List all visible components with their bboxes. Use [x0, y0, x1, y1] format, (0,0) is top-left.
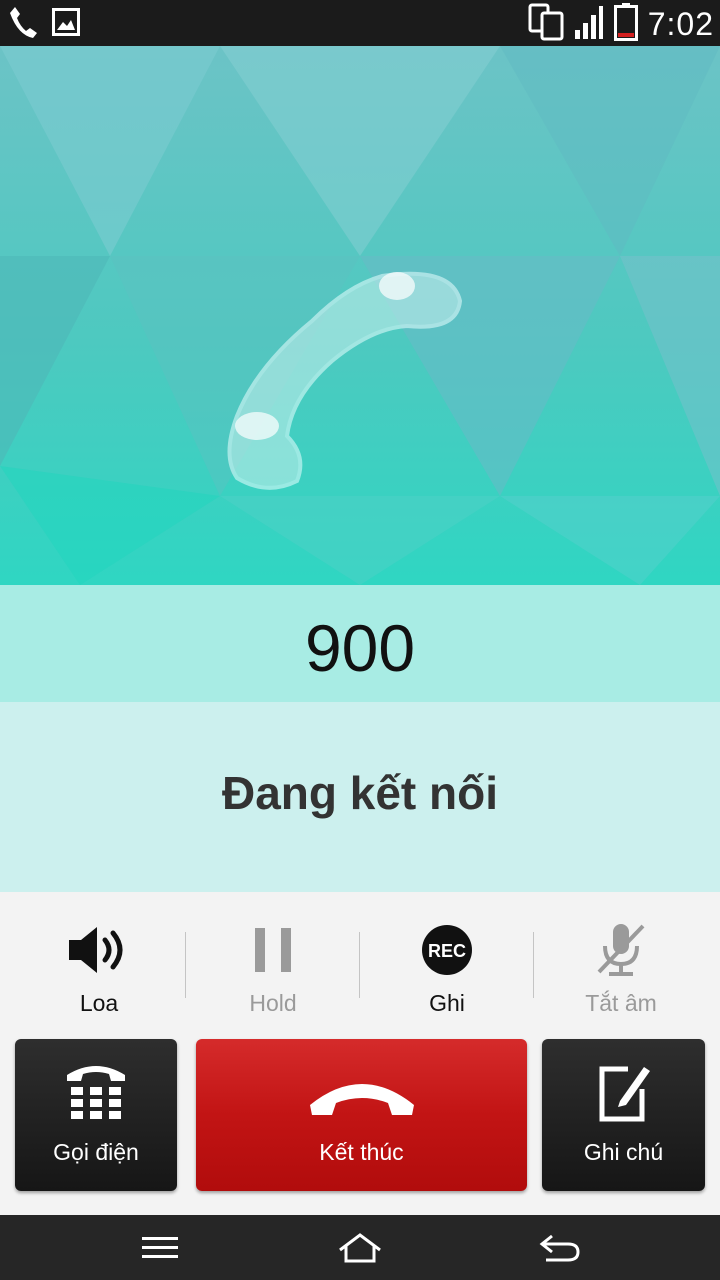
- menu-button[interactable]: [100, 1215, 220, 1280]
- speaker-button[interactable]: Loa: [12, 892, 186, 1032]
- hold-label: Hold: [249, 990, 297, 1016]
- back-icon: [539, 1234, 580, 1261]
- memo-label: Ghi chú: [583, 1139, 664, 1165]
- handset-icon: [227, 271, 463, 490]
- memo-icon: [599, 1066, 650, 1122]
- status-bar: 7:02: [0, 0, 720, 46]
- mute-label: Tắt âm: [585, 990, 657, 1016]
- navigation-bar: [0, 1215, 720, 1280]
- status-bar-right: 7:02: [528, 3, 714, 46]
- phone-icon: [8, 5, 38, 44]
- back-button[interactable]: [500, 1215, 620, 1280]
- dialpad-label: Gọi điện: [53, 1139, 139, 1165]
- record-button[interactable]: REC Ghi: [360, 892, 534, 1032]
- call-controls: Loa Hold REC Ghi Tắt âm Gọi điện Kết thú…: [0, 892, 720, 1215]
- status-bar-left: [8, 5, 80, 44]
- caller-image: [0, 46, 720, 585]
- end-call-label: Kết thúc: [319, 1139, 404, 1165]
- signal-icon: [574, 4, 604, 45]
- rec-icon-text: REC: [428, 941, 466, 961]
- rec-icon: REC: [422, 925, 472, 975]
- menu-icon: [142, 1236, 178, 1258]
- end-call-icon: [309, 1084, 414, 1115]
- phone-number: 900: [304, 611, 416, 685]
- image-icon: [52, 8, 80, 41]
- call-status-band: Đang kết nối: [0, 702, 720, 892]
- home-icon: [339, 1232, 381, 1262]
- dual-screen-icon: [528, 3, 564, 46]
- mic-off-icon: [597, 924, 645, 976]
- end-call-button[interactable]: Kết thúc: [196, 1039, 527, 1191]
- speaker-icon: [69, 927, 123, 973]
- dialpad-button[interactable]: Gọi điện: [15, 1039, 177, 1191]
- status-time: 7:02: [647, 6, 714, 42]
- number-band: 900: [0, 585, 720, 702]
- hold-button[interactable]: Hold: [186, 892, 360, 1032]
- call-status: Đang kết nối: [221, 767, 499, 819]
- pause-icon: [255, 928, 291, 972]
- mute-button[interactable]: Tắt âm: [534, 892, 708, 1032]
- speaker-label: Loa: [79, 990, 119, 1016]
- battery-icon: [613, 3, 638, 46]
- dialpad-icon: [67, 1066, 125, 1119]
- home-button[interactable]: [300, 1215, 420, 1280]
- record-label: Ghi: [429, 990, 465, 1016]
- memo-button[interactable]: Ghi chú: [542, 1039, 705, 1191]
